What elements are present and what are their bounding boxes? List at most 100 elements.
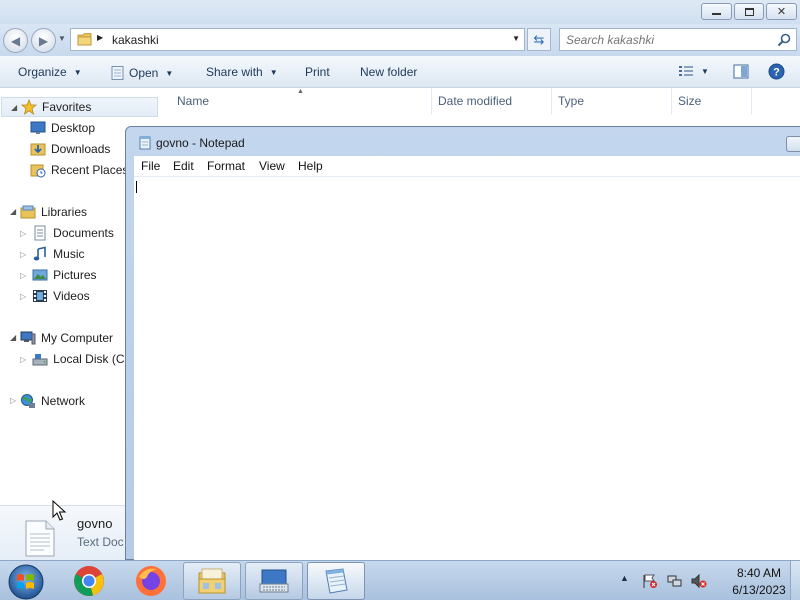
- selected-file-name: govno: [77, 516, 113, 531]
- expanded-triangle-icon[interactable]: ◢: [10, 207, 16, 216]
- notepad-minimize-button[interactable]: [786, 136, 800, 152]
- restore-icon: [744, 7, 754, 16]
- desktop-icon: [30, 121, 46, 134]
- nav-item-label: Recent Places: [51, 163, 129, 177]
- restore-button[interactable]: [734, 3, 764, 20]
- recent-places-icon: [30, 164, 46, 178]
- clock-time[interactable]: 8:40 AM: [724, 566, 794, 580]
- column-divider[interactable]: [431, 88, 432, 114]
- back-button[interactable]: ◀: [3, 28, 28, 53]
- search-icon[interactable]: [776, 32, 792, 48]
- collapsed-triangle-icon[interactable]: ▷: [20, 229, 26, 238]
- column-divider[interactable]: [751, 88, 752, 114]
- computer-icon: [20, 331, 36, 345]
- expanded-triangle-icon[interactable]: ◢: [10, 333, 16, 342]
- taskbar-chrome[interactable]: [60, 562, 118, 600]
- column-divider[interactable]: [551, 88, 552, 114]
- nav-favorites-label: Favorites: [42, 100, 92, 114]
- volume-muted-icon[interactable]: [691, 573, 707, 589]
- column-name[interactable]: Name: [177, 94, 209, 108]
- folder-icon: [77, 33, 92, 46]
- column-type[interactable]: Type: [558, 94, 584, 108]
- notepad-menubar: File Edit Format View Help: [134, 156, 800, 176]
- menu-format[interactable]: Format: [207, 159, 245, 173]
- change-view-button[interactable]: ▼: [678, 64, 709, 78]
- address-bar[interactable]: ▶ kakashki ▼: [70, 28, 525, 51]
- collapsed-triangle-icon[interactable]: ▷: [20, 355, 26, 364]
- nav-item-documents[interactable]: ▷ Documents: [20, 223, 114, 243]
- address-path[interactable]: kakashki: [112, 33, 159, 47]
- taskbar-explorer[interactable]: [183, 562, 241, 600]
- nav-item-desktop[interactable]: Desktop: [30, 118, 95, 138]
- notepad-text-area[interactable]: [134, 176, 800, 561]
- print-button[interactable]: Print: [305, 65, 330, 79]
- preview-pane-button[interactable]: [733, 64, 749, 79]
- search-input[interactable]: [566, 32, 766, 48]
- explorer-titlebar: ✕: [0, 0, 800, 24]
- videos-icon: [33, 290, 48, 302]
- collapsed-triangle-icon[interactable]: ▷: [10, 396, 16, 405]
- nav-item-pictures[interactable]: ▷ Pictures: [20, 265, 97, 285]
- clock-date[interactable]: 6/13/2023: [719, 583, 799, 597]
- start-orb-icon[interactable]: [7, 563, 45, 600]
- chevron-down-icon: ▼: [73, 67, 82, 77]
- nav-item-label: Downloads: [51, 142, 111, 156]
- action-center-flag-icon[interactable]: [642, 573, 658, 589]
- nav-libraries-label: Libraries: [41, 205, 88, 219]
- firefox-icon: [136, 566, 166, 596]
- taskbar-on-screen-keyboard[interactable]: [245, 562, 303, 600]
- column-headers: ▲ Name Date modified Type Size: [160, 88, 800, 114]
- menu-help[interactable]: Help: [298, 159, 323, 173]
- forward-arrow-icon: ▶: [38, 33, 49, 48]
- recent-pages-dropdown-icon[interactable]: ▼: [58, 34, 66, 43]
- notepad-small-icon: [111, 66, 124, 80]
- column-date-modified[interactable]: Date modified: [438, 94, 512, 108]
- collapsed-triangle-icon[interactable]: ▷: [20, 250, 26, 259]
- text-document-icon: [25, 520, 55, 557]
- nav-item-videos[interactable]: ▷ Videos: [20, 286, 90, 306]
- pictures-icon: [32, 269, 48, 281]
- open-button[interactable]: Open ▼: [109, 65, 173, 81]
- nav-item-recent-places[interactable]: Recent Places: [30, 160, 128, 180]
- music-icon: [33, 246, 46, 261]
- breadcrumb-arrow-icon[interactable]: ▶: [97, 33, 103, 42]
- nav-favorites[interactable]: ◢ Favorites: [1, 97, 158, 117]
- taskbar-notepad[interactable]: [307, 562, 365, 600]
- search-box[interactable]: [559, 28, 797, 51]
- explorer-navbar: ◀ ▶ ▼ ▶ kakashki ▼ ⇆: [0, 24, 800, 56]
- column-divider[interactable]: [671, 88, 672, 114]
- address-dropdown-icon[interactable]: ▼: [512, 34, 520, 43]
- menu-edit[interactable]: Edit: [173, 159, 194, 173]
- new-folder-button[interactable]: New folder: [360, 65, 417, 79]
- sort-ascending-icon: ▲: [297, 88, 304, 95]
- forward-button[interactable]: ▶: [31, 28, 56, 53]
- nav-item-label: Music: [53, 247, 85, 261]
- nav-item-downloads[interactable]: Downloads: [30, 139, 110, 159]
- nav-network-label: Network: [41, 394, 86, 408]
- close-button[interactable]: ✕: [766, 3, 797, 20]
- share-with-button[interactable]: Share with ▼: [206, 65, 278, 79]
- menu-file[interactable]: File: [141, 159, 160, 173]
- help-button[interactable]: ?: [768, 63, 785, 80]
- notepad-window[interactable]: govno - Notepad File Edit Format View He…: [125, 126, 800, 561]
- text-caret: [136, 181, 137, 193]
- nav-item-local-disk[interactable]: ▷ Local Disk (C:): [20, 349, 132, 369]
- minimize-button[interactable]: [701, 3, 732, 20]
- menu-view[interactable]: View: [259, 159, 285, 173]
- organize-button[interactable]: Organize ▼: [18, 65, 82, 79]
- collapsed-triangle-icon[interactable]: ▷: [20, 292, 26, 301]
- column-size[interactable]: Size: [678, 94, 701, 108]
- collapsed-triangle-icon[interactable]: ▷: [20, 271, 26, 280]
- minimize-icon: [712, 13, 721, 15]
- downloads-folder-icon: [30, 143, 46, 156]
- view-list-icon: [679, 66, 693, 76]
- show-desktop-button[interactable]: [790, 561, 800, 600]
- expanded-triangle-icon[interactable]: ◢: [11, 103, 17, 112]
- taskbar-firefox[interactable]: [122, 562, 180, 600]
- network-status-icon[interactable]: [667, 573, 683, 589]
- show-hidden-icons-icon[interactable]: ▲: [620, 573, 636, 589]
- nav-item-music[interactable]: ▷ Music: [20, 244, 85, 264]
- mouse-pointer-icon: [52, 500, 67, 521]
- close-icon: ✕: [776, 6, 787, 18]
- refresh-button[interactable]: ⇆: [527, 28, 551, 51]
